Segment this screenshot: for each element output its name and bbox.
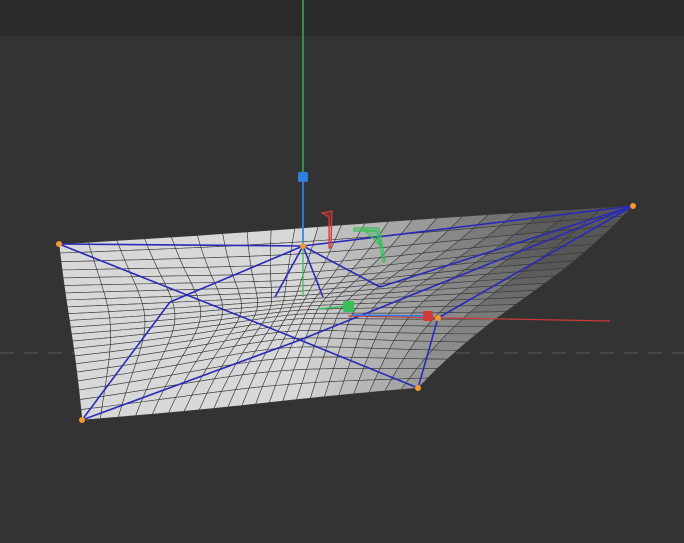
surface-face — [134, 283, 169, 292]
surface-face — [128, 267, 162, 278]
control-point[interactable] — [56, 241, 62, 247]
surface-face — [232, 274, 255, 283]
surface-face — [120, 249, 154, 261]
surface-face — [216, 287, 240, 295]
surface-face — [164, 282, 195, 291]
surface-face — [171, 235, 202, 249]
surface-face — [204, 256, 231, 268]
surface-face — [124, 259, 158, 270]
scene-canvas[interactable] — [0, 0, 684, 543]
surface-face — [62, 276, 103, 286]
x-axis-handle[interactable] — [423, 311, 433, 321]
surface-face — [148, 248, 181, 260]
surface-face — [214, 281, 239, 290]
surface-face — [285, 279, 302, 288]
surface-face — [88, 240, 122, 253]
surface-face — [144, 236, 177, 250]
control-point[interactable] — [300, 243, 306, 249]
surface-face — [175, 247, 205, 259]
surface-face — [183, 266, 212, 277]
control-point[interactable] — [415, 385, 421, 391]
surface-face — [101, 283, 139, 293]
surface-face — [160, 275, 192, 284]
center-handle[interactable] — [343, 301, 354, 312]
surface-face — [234, 281, 256, 289]
surface-face — [179, 257, 209, 269]
surface-face — [60, 260, 98, 271]
surface-face — [246, 229, 272, 246]
surface-face — [321, 317, 337, 325]
saddle-surface[interactable] — [58, 205, 634, 421]
surface-face — [207, 266, 234, 276]
surface-face — [152, 258, 185, 269]
control-point[interactable] — [630, 203, 636, 209]
surface-face — [156, 267, 189, 277]
surface-face — [253, 280, 272, 289]
surface-face — [342, 330, 362, 340]
surface-face — [98, 276, 136, 286]
surface-face — [200, 245, 228, 259]
surface-face — [255, 286, 272, 294]
surface-face — [269, 242, 293, 256]
surface-face — [237, 287, 257, 295]
surface-face — [229, 265, 253, 276]
control-point[interactable] — [435, 315, 441, 321]
surface-face — [224, 244, 250, 258]
surface-face — [96, 268, 133, 278]
surface-face — [331, 323, 349, 332]
control-point[interactable] — [79, 417, 85, 423]
3d-viewport[interactable] — [0, 0, 684, 543]
surface-face — [345, 324, 365, 332]
surface-face — [269, 264, 290, 275]
surface-face — [187, 274, 216, 284]
x-axis-inner-line[interactable] — [351, 314, 429, 317]
surface-face — [227, 255, 252, 267]
surface-face — [270, 228, 296, 245]
surface-face — [222, 231, 249, 247]
surface-face — [61, 268, 100, 279]
surface-face — [252, 273, 272, 282]
z-axis-handle[interactable] — [298, 172, 308, 182]
